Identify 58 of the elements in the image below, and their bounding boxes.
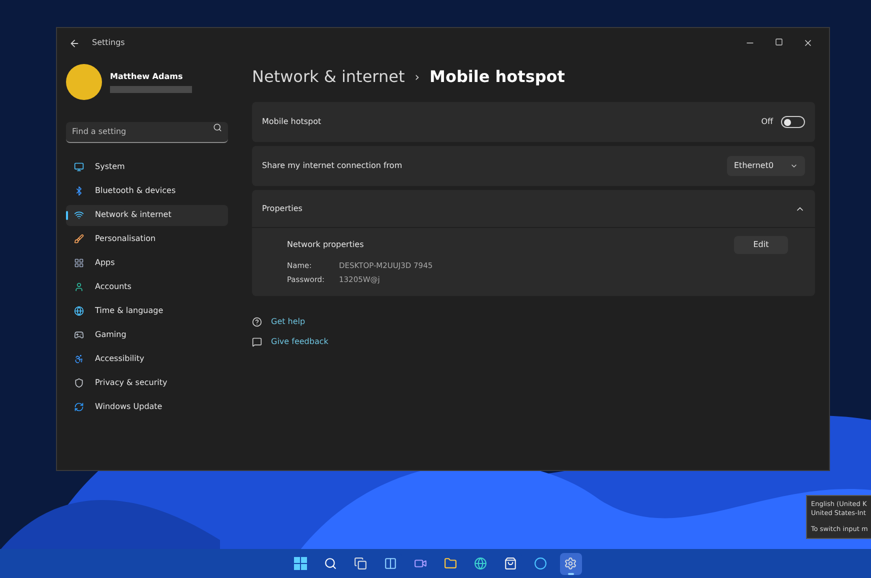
feedback-icon [252, 336, 262, 346]
browser-icon [474, 557, 487, 570]
sidebar-item[interactable]: Personalisation [66, 228, 228, 250]
refresh-icon [74, 402, 84, 412]
chat-icon [414, 557, 427, 570]
dropdown[interactable]: Ethernet0 [727, 156, 805, 176]
close-icon[interactable] [803, 38, 813, 48]
bluetooth-icon [74, 186, 84, 196]
active-indicator [568, 572, 574, 574]
page-title: Mobile hotspot [430, 66, 565, 88]
user-name: Matthew Adams [110, 71, 184, 83]
edit-button[interactable]: Edit [734, 236, 788, 254]
sidebar-item[interactable]: Network & internet [66, 204, 228, 226]
monitor-icon [74, 162, 84, 172]
back-icon[interactable] [69, 38, 80, 48]
apps-icon [74, 258, 84, 268]
person-icon [74, 282, 84, 292]
help-link[interactable]: Give feedback [271, 336, 328, 348]
settings-icon [564, 557, 577, 570]
chevron-down-icon [790, 162, 798, 170]
toggle-state-text: Off [761, 116, 773, 128]
circle-icon [534, 557, 547, 570]
search-icon [324, 557, 337, 570]
taskbar-button[interactable] [560, 552, 582, 574]
folder-icon [444, 557, 457, 570]
expander-header[interactable]: Properties [252, 190, 815, 228]
selection-indicator [66, 210, 68, 220]
sidebar-item[interactable]: Bluetooth & devices [66, 180, 228, 202]
shield-icon [74, 378, 84, 388]
sidebar-item[interactable]: Apps [66, 252, 228, 274]
sidebar-item[interactable]: Gaming [66, 324, 228, 346]
accessibility-icon [74, 354, 84, 364]
globe-icon [74, 306, 84, 316]
store-icon [504, 557, 517, 570]
search-icon [213, 123, 222, 132]
section-title: Network properties [287, 239, 364, 251]
search-field[interactable]: Find a setting [66, 122, 228, 142]
sidebar-item[interactable]: Time & language [66, 300, 228, 322]
sidebar-item[interactable]: System [66, 156, 228, 178]
sidebar-item[interactable]: Privacy & security [66, 372, 228, 394]
breadcrumb-separator: › [414, 69, 420, 86]
breadcrumb-parent[interactable]: Network & internet [252, 65, 405, 89]
help-icon [252, 316, 262, 326]
widgets-icon [384, 557, 397, 570]
toggle-switch[interactable] [781, 116, 805, 128]
help-link[interactable]: Get help [271, 316, 306, 328]
sidebar-item[interactable]: Windows Update [66, 396, 228, 418]
wifi-icon [74, 210, 84, 220]
window-title: Settings [92, 37, 125, 49]
brush-icon [74, 234, 84, 244]
windows-logo-icon [294, 557, 307, 570]
setting-label: Mobile hotspot [262, 116, 322, 128]
task-view-icon [354, 557, 367, 570]
sidebar-item[interactable]: Accounts [66, 276, 228, 298]
sidebar-item[interactable]: Accessibility [66, 348, 228, 370]
maximize-icon[interactable] [775, 38, 783, 46]
setting-label: Share my internet connection from [262, 160, 402, 172]
gamepad-icon [74, 330, 84, 340]
